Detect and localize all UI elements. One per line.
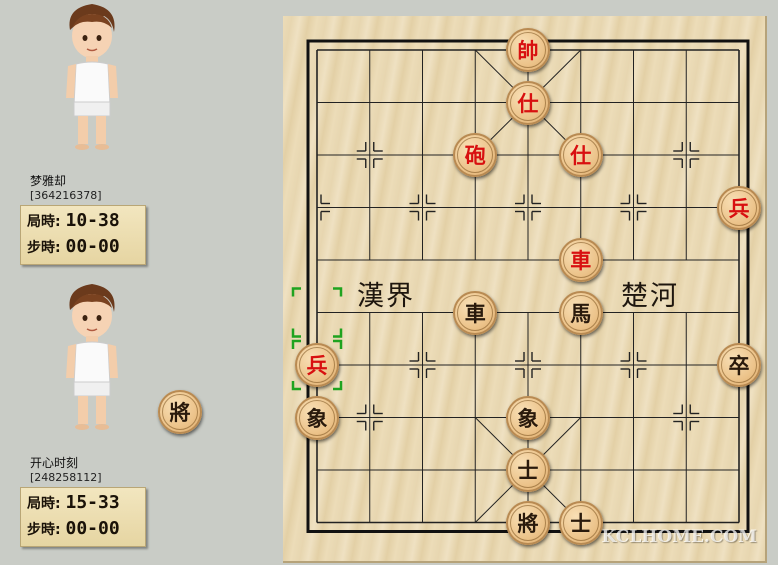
player-name: 梦雅却: [30, 174, 67, 188]
xiangqi-board[interactable]: 漢界 楚河 帥仕砲仕兵車車馬兵卒象象士將士 KCLHOME.COM: [283, 16, 767, 563]
step-time-row: 步時: 00-00: [27, 234, 120, 260]
piece-black[interactable]: 象: [506, 395, 550, 440]
step-time-value: 00-00: [65, 518, 120, 539]
game-time-value: 10-38: [65, 210, 120, 231]
timer-panel: 局時: 15-33 步時: 00-00: [20, 487, 146, 547]
player-name: 开心时刻: [30, 456, 79, 470]
game-time-label: 局時:: [27, 214, 61, 230]
selection-bracket: [291, 339, 301, 349]
last-move-bracket: [333, 287, 343, 297]
piece-red[interactable]: 仕: [558, 133, 603, 177]
piece-red[interactable]: 砲: [453, 133, 498, 177]
piece-black[interactable]: 象: [295, 395, 339, 440]
game-time-label: 局時:: [27, 496, 61, 512]
watermark: KCLHOME.COM: [601, 527, 757, 547]
piece-black[interactable]: 馬: [558, 290, 603, 335]
last-move-bracket: [333, 328, 343, 338]
selection-bracket: [333, 381, 343, 391]
last-move-bracket: [291, 287, 301, 297]
timer-panel: 局時: 10-38 步時: 00-00: [20, 205, 146, 265]
player-avatar: [66, 284, 118, 430]
captured-piece-general: 將: [158, 390, 202, 434]
selection-bracket: [291, 381, 301, 391]
step-time-value: 00-00: [65, 236, 120, 257]
step-time-row: 步時: 00-00: [27, 516, 120, 542]
player-id: [364216378]: [30, 189, 102, 202]
piece-red[interactable]: 兵: [295, 343, 339, 387]
piece-red[interactable]: 車: [558, 238, 603, 282]
piece-black[interactable]: 士: [558, 500, 603, 545]
piece-red[interactable]: 仕: [506, 80, 550, 125]
game-time-row: 局時: 10-38: [27, 208, 120, 234]
step-time-label: 步時:: [27, 522, 61, 538]
river-label-left: 漢界: [357, 281, 415, 312]
piece-black[interactable]: 車: [453, 290, 498, 335]
piece-black[interactable]: 將: [506, 500, 550, 545]
game-time-value: 15-33: [65, 492, 120, 513]
player-avatar: [66, 4, 118, 150]
selection-bracket: [333, 339, 343, 349]
piece-black[interactable]: 卒: [717, 343, 761, 387]
river-label-right: 楚河: [621, 281, 679, 312]
player-id: [248258112]: [30, 471, 102, 484]
step-time-label: 步時:: [27, 240, 61, 256]
piece-red[interactable]: 兵: [717, 185, 761, 230]
piece-black[interactable]: 士: [506, 448, 550, 492]
last-move-bracket: [291, 328, 301, 338]
game-time-row: 局時: 15-33: [27, 490, 120, 516]
piece-red[interactable]: 帥: [506, 28, 550, 72]
